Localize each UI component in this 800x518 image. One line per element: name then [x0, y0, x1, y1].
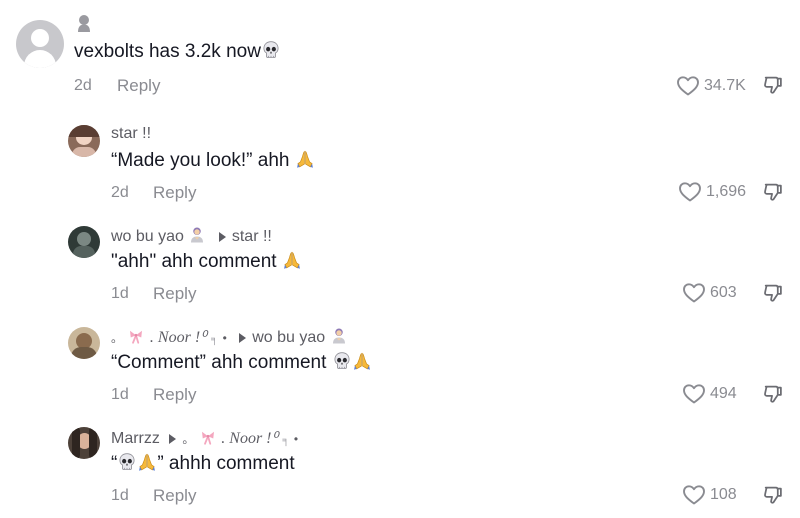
- reply-avatar[interactable]: [68, 427, 100, 459]
- reply-to-user[interactable]: . Noor !⁰: [221, 430, 278, 447]
- pray-emoji-icon: [295, 149, 315, 169]
- heart-icon: [682, 483, 706, 507]
- dislike-icon[interactable]: [762, 282, 784, 304]
- reply-like-button[interactable]: 108: [682, 483, 737, 507]
- reply-username[interactable]: Marrzz 。 . Noor !⁰ ╕ •: [111, 428, 298, 448]
- reply-age: 1d: [111, 386, 129, 403]
- reply-age: 2d: [111, 184, 129, 201]
- reply-button[interactable]: Reply: [153, 183, 196, 203]
- main-reply-button[interactable]: Reply: [117, 76, 160, 96]
- reply-to-arrow-icon: [239, 332, 247, 343]
- main-comment-age: 2d: [74, 77, 92, 94]
- bow-emoji-icon: [127, 327, 145, 345]
- reply-avatar[interactable]: [68, 125, 100, 157]
- heart-icon: [682, 281, 706, 305]
- like-count: 34.7K: [704, 77, 746, 94]
- reply-like-button[interactable]: 603: [682, 281, 737, 305]
- reply-like-button[interactable]: 494: [682, 382, 737, 406]
- reply-to-arrow-icon: [169, 433, 177, 444]
- reply-text: "ahh" ahh comment: [111, 250, 302, 273]
- reply-to-user[interactable]: wo bu yao: [252, 329, 325, 346]
- reply-button[interactable]: Reply: [153, 385, 196, 405]
- heart-icon: [678, 180, 702, 204]
- skull-emoji-icon: [117, 452, 137, 472]
- like-count: 1,696: [706, 183, 747, 200]
- bow-emoji-icon: [199, 428, 217, 446]
- reply-avatar[interactable]: [68, 226, 100, 258]
- reply-username[interactable]: star !!: [111, 125, 151, 143]
- reply-like-button[interactable]: 1,696: [678, 180, 746, 204]
- reply-to-arrow-icon: [218, 231, 226, 242]
- person-emoji-icon: [188, 226, 206, 244]
- pray-emoji-icon: [282, 250, 302, 270]
- reply-age: 1d: [111, 487, 129, 504]
- reply-button[interactable]: Reply: [153, 486, 196, 506]
- main-avatar[interactable]: [16, 20, 64, 68]
- user-sticker-icon: [78, 15, 90, 32]
- reply-text: “” ahhh comment: [111, 452, 295, 474]
- skull-emoji-icon: [261, 40, 281, 60]
- like-count: 108: [710, 486, 737, 503]
- pray-emoji-icon: [137, 452, 157, 472]
- person-emoji-icon: [330, 327, 348, 345]
- reply-text: “Comment” ahh comment: [111, 351, 372, 374]
- reply-age: 1d: [111, 285, 129, 302]
- reply-to-user[interactable]: star !!: [232, 228, 272, 245]
- dislike-icon[interactable]: [762, 383, 784, 405]
- main-comment-text: vexbolts has 3.2k now: [74, 40, 281, 63]
- like-count: 603: [710, 284, 737, 301]
- main-like-button[interactable]: 34.7K: [676, 74, 746, 98]
- heart-icon: [676, 74, 700, 98]
- dislike-icon[interactable]: [762, 484, 784, 506]
- dislike-icon[interactable]: [762, 181, 784, 203]
- heart-icon: [682, 382, 706, 406]
- dislike-icon[interactable]: [762, 74, 784, 96]
- reply-button[interactable]: Reply: [153, 284, 196, 304]
- reply-username[interactable]: 。 . Noor !⁰ ╕ • wo bu yao: [111, 327, 348, 347]
- reply-avatar[interactable]: [68, 327, 100, 359]
- pray-emoji-icon: [352, 351, 372, 371]
- like-count: 494: [710, 385, 737, 402]
- reply-username[interactable]: wo bu yao star !!: [111, 226, 272, 246]
- skull-emoji-icon: [332, 351, 352, 371]
- reply-text: “Made you look!” ahh: [111, 149, 315, 172]
